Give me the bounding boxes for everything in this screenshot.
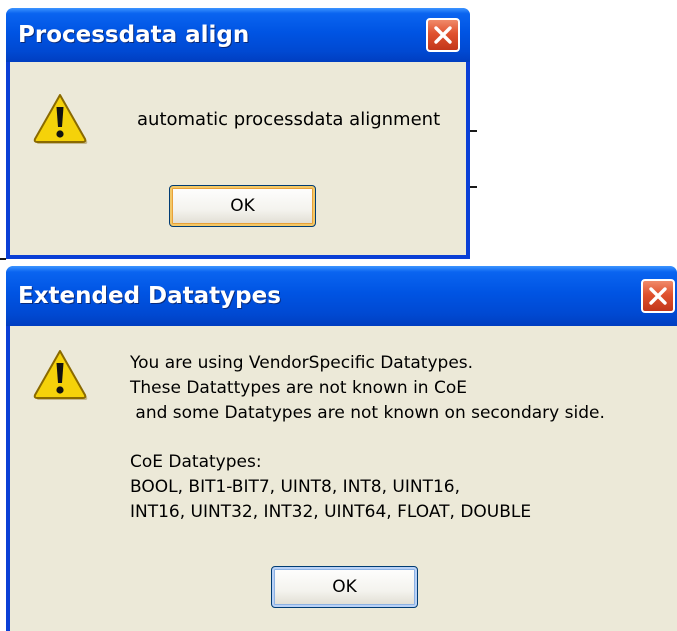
message-line: and some Datatypes are not known on seco… [130, 402, 605, 423]
warning-icon [33, 94, 88, 144]
processdata-align-dialog: Processdata align automatic processdata … [6, 8, 470, 259]
dialog-message: You are using VendorSpecific Datatypes. … [130, 351, 605, 525]
background-line [470, 130, 477, 132]
close-button[interactable] [641, 279, 675, 313]
message-line: INT16, UINT32, INT32, UINT64, FLOAT, DOU… [130, 501, 532, 522]
ok-button[interactable]: OK [169, 185, 316, 227]
dialog-title: Processdata align [18, 22, 250, 48]
dialog-title: Extended Datatypes [18, 283, 281, 309]
message-line: These Datattypes are not known in CoE [130, 377, 467, 398]
title-bar[interactable]: Extended Datatypes [6, 266, 677, 326]
dialog-body: automatic processdata alignment OK [10, 62, 466, 255]
background-line [470, 186, 477, 188]
dialog-body: You are using VendorSpecific Datatypes. … [10, 326, 677, 631]
message-line: You are using VendorSpecific Datatypes. [130, 353, 474, 373]
close-icon [649, 287, 667, 305]
dialog-message: automatic processdata alignment [137, 109, 441, 130]
ok-button[interactable]: OK [271, 566, 418, 608]
close-icon [434, 26, 452, 44]
close-button[interactable] [426, 18, 460, 52]
title-bar[interactable]: Processdata align [6, 8, 470, 62]
message-line: BOOL, BIT1-BIT7, UINT8, INT8, UINT16, [130, 476, 461, 497]
extended-datatypes-dialog: Extended Datatypes You are using VendorS… [6, 266, 677, 631]
warning-icon [33, 350, 88, 400]
message-line: CoE Datatypes: [130, 452, 262, 473]
message-line: ​ [130, 425, 605, 450]
